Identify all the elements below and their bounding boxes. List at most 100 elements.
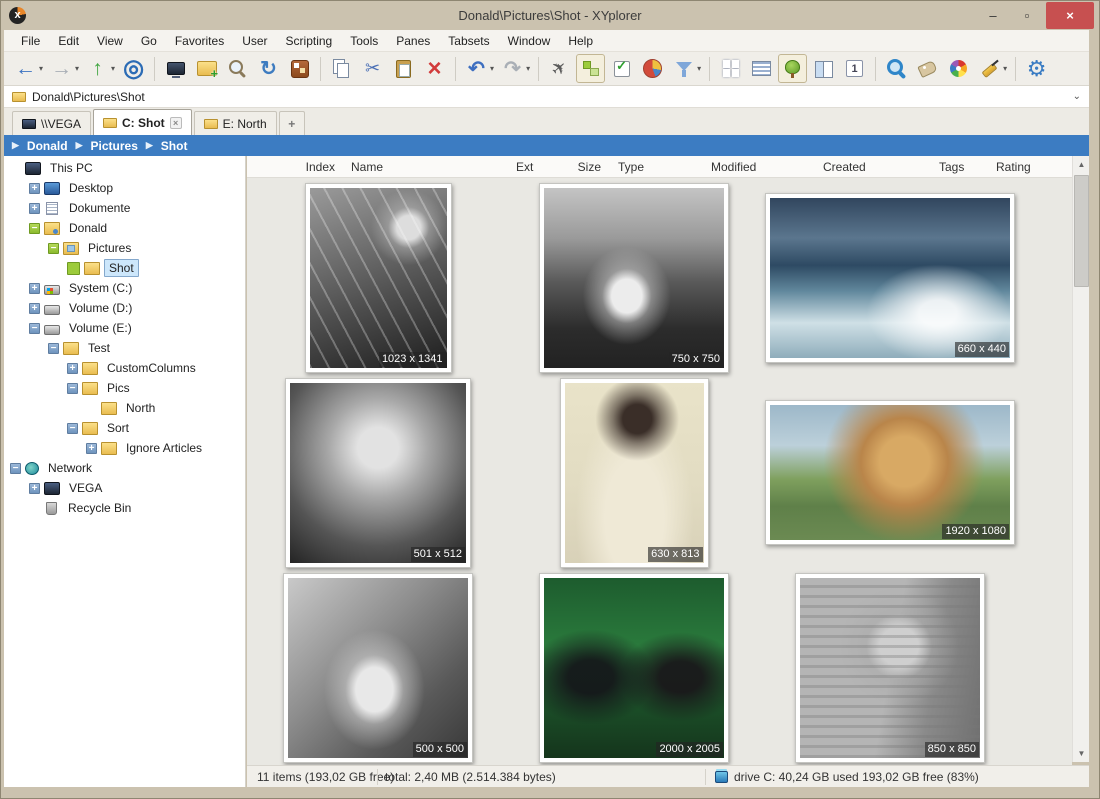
tree-item-ignore-articles[interactable]: + Ignore Articles — [4, 438, 245, 458]
tree-item-customcolumns[interactable]: +CustomColumns — [4, 358, 245, 378]
undo-button[interactable]: ▾ — [462, 54, 496, 83]
close-button[interactable]: × — [1046, 2, 1094, 29]
tree-item-label[interactable]: Volume (E:) — [64, 319, 137, 337]
refresh-button[interactable] — [254, 54, 283, 83]
file-thumbnail-bw-portrait[interactable]: 501 x 512 — [285, 378, 471, 568]
tree-item-system-c-[interactable]: +System (C:) — [4, 278, 245, 298]
zoom-button[interactable] — [223, 54, 252, 83]
filter-button[interactable]: ▾ — [669, 54, 703, 83]
menu-item-tools[interactable]: Tools — [341, 31, 387, 51]
forward-button[interactable]: ▾ — [47, 54, 81, 83]
menu-item-favorites[interactable]: Favorites — [166, 31, 233, 51]
tree-item-label[interactable]: Network — [43, 459, 97, 477]
stats-button[interactable] — [638, 54, 667, 83]
column-header-type[interactable]: Type — [618, 160, 644, 174]
file-thumbnail-ambassadors[interactable]: 2000 x 2005 — [539, 573, 729, 763]
tree-expander-icon[interactable]: − — [29, 223, 40, 234]
maximize-button[interactable]: ▫ — [1012, 3, 1042, 27]
tree-expander-icon[interactable]: + — [29, 303, 40, 314]
back-dropdown-icon[interactable]: ▾ — [39, 64, 43, 73]
tree-item-label[interactable]: This PC — [45, 159, 98, 177]
up-dropdown-icon[interactable]: ▾ — [111, 64, 115, 73]
forward-dropdown-icon[interactable]: ▾ — [75, 64, 79, 73]
menu-item-edit[interactable]: Edit — [49, 31, 88, 51]
clone-button[interactable] — [285, 54, 314, 83]
tree-item-label[interactable]: Donald — [64, 219, 112, 237]
tree-item-label[interactable]: Shot — [104, 259, 139, 277]
show-tree-button[interactable] — [778, 54, 807, 83]
tree-item-label[interactable]: VEGA — [64, 479, 107, 497]
column-header-modified[interactable]: Modified — [711, 160, 756, 174]
tree-item-label[interactable]: Test — [83, 339, 115, 357]
back-button[interactable]: ▾ — [11, 54, 45, 83]
tree-expander-icon[interactable]: − — [67, 383, 78, 394]
tree-item-label[interactable]: Ignore Articles — [121, 439, 207, 457]
tab-close-icon[interactable]: × — [170, 117, 182, 129]
tree-item-dokumente[interactable]: + Dokumente — [4, 198, 245, 218]
up-button[interactable]: ▾ — [83, 54, 117, 83]
tree-item-desktop[interactable]: + Desktop — [4, 178, 245, 198]
dual-pane-button[interactable] — [809, 54, 838, 83]
color-filter-button[interactable] — [944, 54, 973, 83]
menu-item-panes[interactable]: Panes — [387, 31, 439, 51]
address-dropdown-icon[interactable]: ⌄ — [1073, 91, 1081, 102]
tree-item-vega[interactable]: +VEGA — [4, 478, 245, 498]
tree-item-label[interactable]: North — [121, 399, 160, 417]
menu-item-tabsets[interactable]: Tabsets — [439, 31, 498, 51]
tree-expander-icon[interactable]: + — [29, 203, 40, 214]
tree-expander-icon[interactable]: + — [29, 183, 40, 194]
tree-item-network[interactable]: − Network — [4, 458, 245, 478]
new-folder-button[interactable] — [192, 54, 221, 83]
address-path[interactable]: Donald\Pictures\Shot — [32, 90, 1073, 104]
column-header-ext[interactable]: Ext — [516, 160, 533, 174]
tree-path-button[interactable] — [576, 54, 605, 83]
file-thumbnail-tower-babel[interactable]: 1920 x 1080 — [765, 400, 1015, 545]
file-thumbnail-storm-sea[interactable]: 660 x 440 — [765, 193, 1015, 363]
select-button[interactable] — [607, 54, 636, 83]
tree-item-donald[interactable]: − Donald — [4, 218, 245, 238]
tree-item-recycle-bin[interactable]: Recycle Bin — [4, 498, 245, 518]
menu-item-scripting[interactable]: Scripting — [277, 31, 342, 51]
tree-item-label[interactable]: Recycle Bin — [63, 499, 136, 517]
redo-dropdown-icon[interactable]: ▾ — [526, 64, 530, 73]
touchup-dropdown-icon[interactable]: ▾ — [1003, 64, 1007, 73]
tree-item-volume-e-[interactable]: −Volume (E:) — [4, 318, 245, 338]
breadcrumb-segment-shot[interactable]: Shot — [161, 139, 188, 153]
redo-button[interactable]: ▾ — [498, 54, 532, 83]
mini-tree-button[interactable] — [840, 54, 869, 83]
tree-expander-icon[interactable]: + — [86, 443, 97, 454]
title-bar[interactable]: x Donald\Pictures\Shot - XYplorer – ▫ × — [0, 0, 1100, 30]
tree-expander-icon[interactable]: − — [10, 463, 21, 474]
tree-item-label[interactable]: CustomColumns — [102, 359, 201, 377]
scroll-down-icon[interactable]: ▼ — [1073, 745, 1090, 762]
column-header-name[interactable]: Name — [351, 160, 383, 174]
find-button[interactable] — [882, 54, 911, 83]
filter-dropdown-icon[interactable]: ▾ — [697, 64, 701, 73]
tree-expander-icon[interactable]: − — [48, 243, 59, 254]
column-header-row[interactable]: IndexNameExtSizeTypeModifiedCreatedTagsR… — [247, 156, 1072, 178]
tree-item-label[interactable]: Desktop — [64, 179, 118, 197]
breadcrumb-segment-donald[interactable]: Donald — [27, 139, 68, 153]
vertical-scrollbar[interactable]: ▲ ▼ — [1072, 156, 1089, 762]
tab-e-north[interactable]: E: North — [194, 111, 277, 135]
file-thumbnail-bw-car[interactable]: 750 x 750 — [539, 183, 729, 373]
copy-button[interactable] — [327, 54, 356, 83]
undo-dropdown-icon[interactable]: ▾ — [490, 64, 494, 73]
tree-item-label[interactable]: Pics — [102, 379, 135, 397]
menu-item-window[interactable]: Window — [499, 31, 560, 51]
tags-button[interactable] — [913, 54, 942, 83]
tree-item-north[interactable]: North — [4, 398, 245, 418]
tree-item-this-pc[interactable]: This PC — [4, 158, 245, 178]
new-tab-button[interactable]: + — [279, 111, 305, 135]
tree-item-label[interactable]: Dokumente — [64, 199, 135, 217]
layout-button[interactable] — [716, 54, 745, 83]
tree-item-test[interactable]: −Test — [4, 338, 245, 358]
desktop-button[interactable] — [161, 54, 190, 83]
menu-item-go[interactable]: Go — [132, 31, 166, 51]
file-thumbnail-smoking-woman[interactable]: 630 x 813 — [560, 378, 709, 568]
tree-item-label[interactable]: Volume (D:) — [64, 299, 137, 317]
tree-item-label[interactable]: System (C:) — [64, 279, 137, 297]
scroll-up-icon[interactable]: ▲ — [1073, 156, 1090, 173]
column-header-index[interactable]: Index — [291, 160, 335, 174]
tree-item-shot[interactable]: Shot — [4, 258, 245, 278]
